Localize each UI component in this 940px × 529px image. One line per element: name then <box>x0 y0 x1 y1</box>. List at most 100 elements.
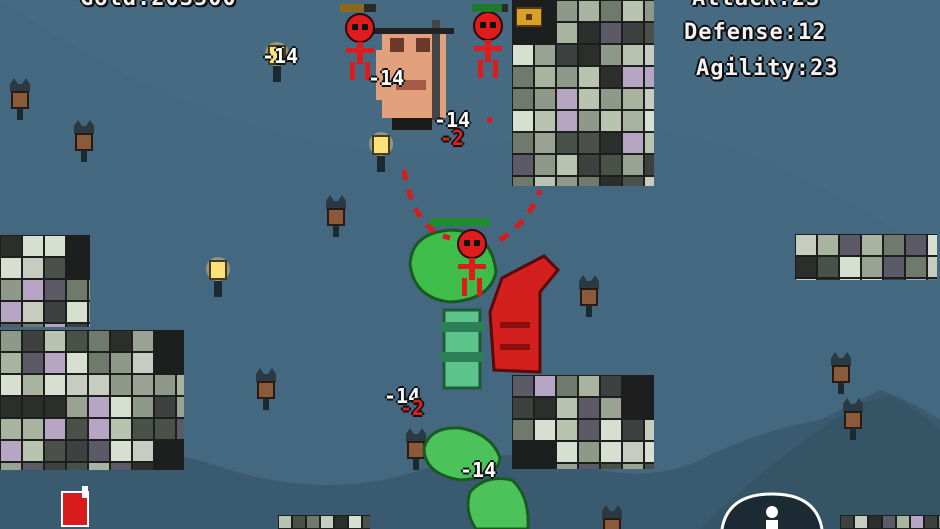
stone-tile <box>557 133 577 153</box>
stone-tile <box>557 177 577 186</box>
stone-tile <box>23 353 43 373</box>
stone-tile <box>111 397 131 417</box>
stone-tile <box>579 1 599 21</box>
stone-tile <box>645 442 654 462</box>
stone-tile <box>177 419 184 439</box>
stone-tile <box>623 133 643 153</box>
stone-tile <box>23 280 43 300</box>
stone-tile <box>601 67 621 87</box>
stone-tile <box>623 23 643 43</box>
stone-tile <box>579 89 599 109</box>
stone-tile <box>862 235 882 255</box>
stone-tile <box>67 353 87 373</box>
stone-tile <box>601 464 621 469</box>
stone-tile <box>557 442 577 462</box>
attack-stat: Attack:23 <box>692 0 820 11</box>
stone-tile <box>579 111 599 131</box>
stone-tile <box>133 353 153 373</box>
stone-tile <box>67 375 87 395</box>
stone-tile <box>906 235 926 255</box>
stone-tile <box>111 353 131 373</box>
stone-tile <box>557 23 577 43</box>
stone-tile <box>513 67 533 87</box>
bat-icon <box>324 195 348 239</box>
stone-tile <box>623 442 643 462</box>
stone-tile <box>111 441 131 461</box>
defense-stat: Defense:12 <box>684 20 827 45</box>
stone-tile <box>897 516 909 528</box>
ability-icon[interactable] <box>718 490 828 529</box>
stone-tile <box>45 331 65 351</box>
stone-tile <box>623 111 643 131</box>
stone-tile <box>623 45 643 65</box>
stone-tile <box>840 257 860 277</box>
stone-tile <box>557 111 577 131</box>
stone-tile <box>623 177 643 186</box>
stone-tile <box>796 257 816 277</box>
stone-tile <box>279 516 291 528</box>
stone-tile <box>67 302 87 322</box>
stone-tile <box>1 331 21 351</box>
stone-tile <box>45 419 65 439</box>
stone-tile <box>67 331 87 351</box>
stone-tile <box>557 376 577 396</box>
damage-number: -14 <box>460 458 497 482</box>
stone-tile <box>111 463 131 470</box>
stone-tile <box>45 258 65 278</box>
stone-tile <box>67 441 87 461</box>
stone-tile <box>133 331 153 351</box>
stone-tile <box>645 464 654 469</box>
stone-tile <box>645 89 654 109</box>
stone-tile <box>111 419 131 439</box>
stone-tile <box>579 67 599 87</box>
lantern-icon <box>205 253 231 299</box>
stone-tile <box>67 280 87 300</box>
stone-tile <box>133 441 153 461</box>
bat-icon <box>829 352 853 396</box>
stone-tile <box>293 516 305 528</box>
bat-icon <box>72 120 96 164</box>
stone-tile <box>45 463 65 470</box>
stone-tile <box>579 398 599 418</box>
stone-tile <box>23 463 43 470</box>
stone-tile <box>89 419 109 439</box>
treasure-chest-icon <box>516 7 542 27</box>
stone-tile <box>601 89 621 109</box>
stone-tile <box>1 353 21 373</box>
stone-tile <box>111 375 131 395</box>
card-icon[interactable] <box>60 486 94 529</box>
stone-tile <box>155 375 175 395</box>
stone-tile <box>601 111 621 131</box>
stone-tile <box>645 23 654 43</box>
gold-counter: Gold:203500 <box>80 0 237 11</box>
stone-tile <box>928 235 937 255</box>
stick-figure-icon[interactable] <box>452 228 492 298</box>
game-viewport[interactable]: -14 -14 -14 -2 -14 -2 -14 Gold:203500 At… <box>0 0 940 529</box>
stone-tile <box>45 324 65 327</box>
stone-tile <box>557 67 577 87</box>
stone-tile <box>818 279 838 280</box>
stone-tile <box>623 155 643 175</box>
stone-tile <box>89 463 109 470</box>
stone-tile <box>579 133 599 153</box>
stone-tile <box>645 67 654 87</box>
stone-tile <box>884 279 904 280</box>
stone-tile <box>645 420 654 440</box>
bat-icon <box>600 505 624 529</box>
stone-tile <box>89 353 109 373</box>
stone-tile <box>579 23 599 43</box>
stone-tile <box>796 279 816 280</box>
stone-wall <box>0 235 90 327</box>
stone-tile <box>883 516 895 528</box>
bat-icon <box>8 78 32 122</box>
stone-tile <box>89 302 90 322</box>
stone-tile <box>928 257 937 277</box>
stone-tile <box>23 236 43 256</box>
damage-number: -2 <box>440 126 465 150</box>
stone-tile <box>840 235 860 255</box>
stone-tile <box>579 420 599 440</box>
stone-tile <box>840 279 860 280</box>
stone-tile <box>862 279 882 280</box>
stone-tile <box>89 441 109 461</box>
stone-tile <box>645 177 654 186</box>
